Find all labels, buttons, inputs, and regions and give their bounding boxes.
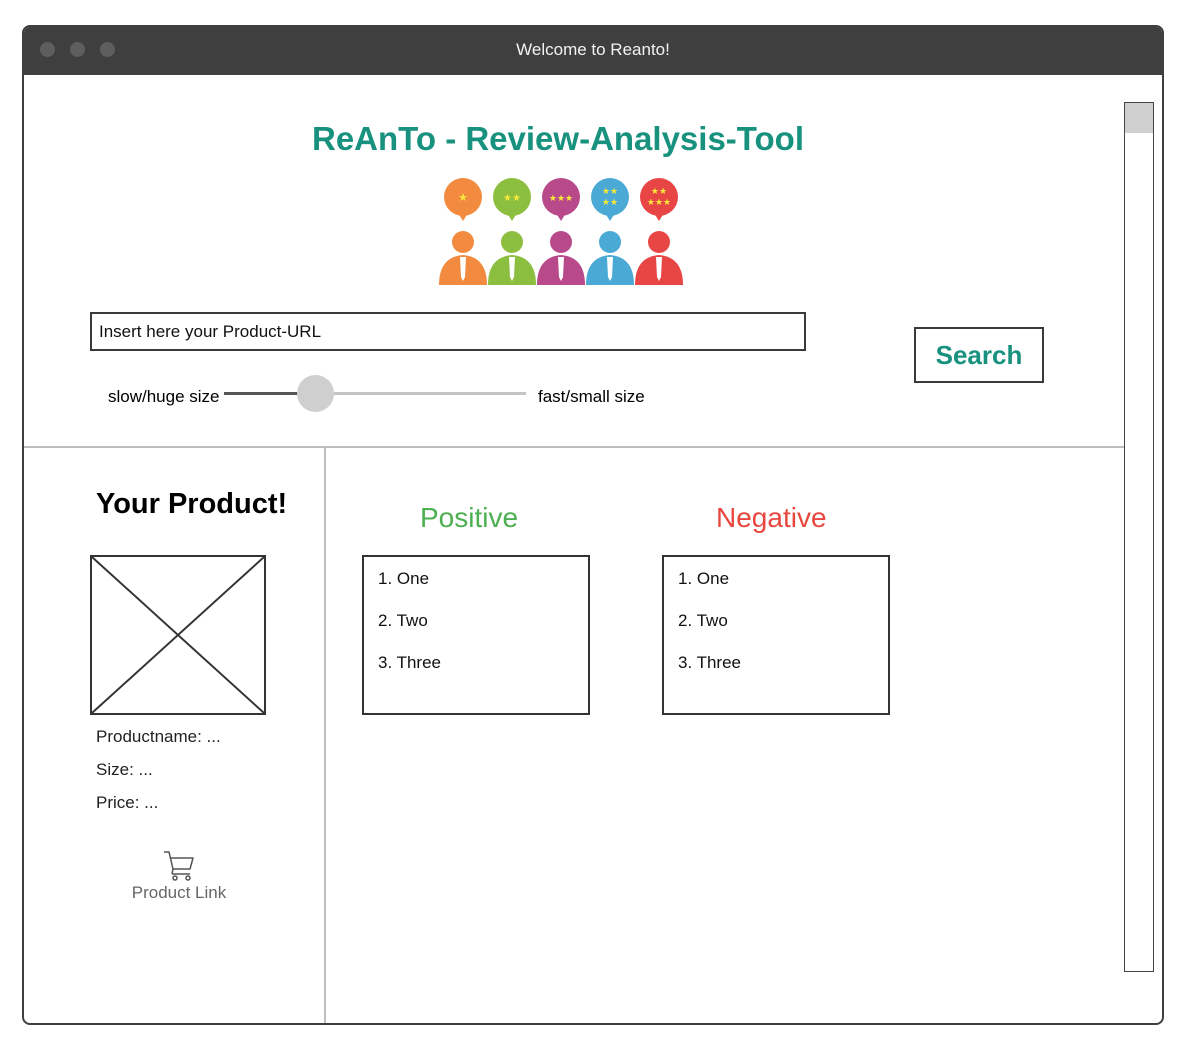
product-price: Price: ... (96, 793, 159, 812)
list-item: 1. One (378, 569, 430, 588)
product-heading: Your Product! (96, 488, 288, 520)
review-people-logo-icon: ★ ★★ ★★★ ★★ ★★ ★★ ★★★ (439, 178, 683, 285)
negative-reviews-list: 1. One 2. Two 3. Three (662, 555, 890, 715)
title-bar: Welcome to Reanto! (24, 27, 1162, 75)
person-one-star-icon: ★ (439, 178, 487, 285)
shopping-cart-icon (164, 851, 194, 881)
list-item: 2. Two (678, 611, 728, 630)
person-five-star-icon: ★★ ★★★ (635, 178, 683, 285)
positive-heading: Positive (420, 502, 519, 533)
svg-text:★: ★ (458, 191, 468, 204)
positive-reviews-list: 1. One 2. Two 3. Three (362, 555, 590, 715)
svg-text:★★: ★★ (651, 187, 667, 197)
product-name: Productname: ... (96, 727, 221, 746)
vertical-divider (324, 447, 326, 1023)
horizontal-divider (24, 446, 1124, 448)
product-url-input[interactable] (90, 312, 806, 351)
search-button[interactable]: Search (914, 327, 1044, 383)
product-size: Size: ... (96, 760, 153, 779)
page-title: ReAnTo - Review-Analysis-Tool (311, 120, 804, 157)
slider-min-label: slow/huge size (108, 387, 220, 406)
svg-text:★★: ★★ (503, 193, 521, 204)
scrollbar-thumb[interactable] (1125, 103, 1153, 133)
svg-text:★★★: ★★★ (647, 198, 671, 208)
vertical-scrollbar[interactable] (1124, 102, 1154, 972)
product-link-label[interactable]: Product Link (132, 883, 227, 902)
slider-max-label: fast/small size (538, 387, 645, 406)
window-title: Welcome to Reanto! (516, 40, 670, 59)
person-three-star-icon: ★★★ (537, 178, 585, 285)
size-slider[interactable] (224, 375, 526, 412)
svg-text:★★: ★★ (602, 198, 618, 208)
list-item: 3. Three (378, 653, 442, 672)
product-image-placeholder (90, 555, 266, 715)
product-link[interactable]: Product Link (104, 849, 254, 903)
negative-heading: Negative (716, 502, 827, 533)
list-item: 1. One (678, 569, 730, 588)
app-window: Welcome to Reanto! ReAnTo - Review-Analy… (22, 25, 1164, 1025)
svg-text:★★★: ★★★ (549, 194, 573, 204)
person-four-star-icon: ★★ ★★ (586, 178, 634, 285)
slider-handle[interactable] (296, 375, 334, 412)
svg-text:★★: ★★ (602, 187, 618, 197)
person-two-star-icon: ★★ (488, 178, 536, 285)
list-item: 3. Three (678, 653, 742, 672)
list-item: 2. Two (378, 611, 428, 630)
